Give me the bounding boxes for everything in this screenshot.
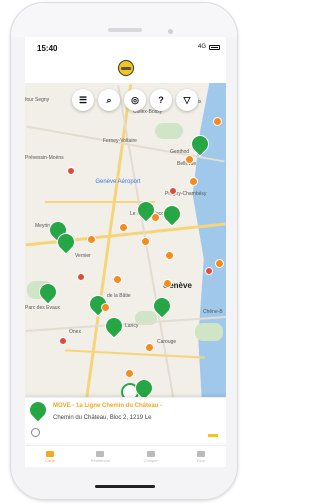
station-marker[interactable] (119, 223, 128, 232)
tab-label: Compte (143, 457, 158, 463)
phone-frame: 15:40 4G four Segny Collex-Bossy Versoi (10, 2, 238, 500)
place-label: Ferney-Voltaire (103, 138, 137, 144)
map-toolbar: ☰ ⌕ ◎ ? ▽ (72, 89, 198, 111)
user-icon (146, 450, 155, 457)
filter-button[interactable]: ▽ (176, 89, 198, 111)
map-icon (46, 450, 55, 457)
tab-search[interactable]: Recherche (75, 446, 125, 467)
tab-map[interactable]: Carte (25, 446, 75, 467)
locate-icon: ◎ (131, 94, 139, 105)
place-label: Vernier (75, 253, 91, 259)
app-logo (118, 60, 134, 76)
station-marker[interactable] (151, 213, 160, 222)
station-marker[interactable] (67, 167, 75, 175)
station-marker[interactable] (159, 201, 185, 227)
place-label: Chêne-B (203, 309, 223, 315)
help-button[interactable]: ? (150, 89, 172, 111)
station-marker[interactable] (125, 369, 134, 378)
place-label: Carouge (157, 339, 177, 345)
station-marker[interactable] (77, 273, 85, 281)
station-marker[interactable] (189, 177, 198, 186)
place-label: Prévessin-Moëns (25, 155, 64, 161)
map-view[interactable]: four Segny Collex-Bossy Versoix Ferney-V… (25, 83, 226, 403)
place-label: Parc des Evaux (25, 305, 61, 311)
status-time: 15:40 (37, 44, 58, 53)
station-address: Chemin du Château, Bloc 2, 1219 Le (53, 415, 152, 421)
station-marker[interactable] (59, 337, 67, 345)
station-pin-icon (26, 398, 50, 422)
tab-bar: Carte Recherche Compte Plus (25, 445, 226, 467)
place-label: Genthod (170, 149, 190, 155)
front-camera (168, 29, 173, 34)
station-marker[interactable] (165, 251, 174, 260)
green-area (195, 323, 223, 341)
station-marker[interactable] (213, 117, 222, 126)
station-title: MOVE - 1a Ligne Chemin du Château - (53, 403, 163, 409)
place-label: Onex (69, 329, 81, 335)
road (65, 349, 205, 359)
filter-icon: ▽ (183, 94, 191, 105)
lake (192, 83, 226, 403)
network-indicator: 4G (197, 44, 206, 50)
place-label: Lancy (125, 323, 139, 329)
station-marker[interactable] (215, 259, 224, 268)
station-marker[interactable] (145, 343, 154, 352)
info-icon[interactable] (31, 428, 40, 437)
station-marker[interactable] (185, 155, 194, 164)
station-marker[interactable] (205, 267, 213, 275)
station-marker[interactable] (101, 303, 110, 312)
station-marker[interactable] (113, 275, 122, 284)
tab-label: Carte (45, 457, 56, 463)
locate-button[interactable]: ◎ (124, 89, 146, 111)
station-marker[interactable] (163, 279, 172, 288)
search-button[interactable]: ⌕ (98, 89, 120, 111)
more-icon (196, 450, 205, 457)
status-bar: 15:40 4G (25, 37, 226, 57)
help-icon: ? (158, 95, 164, 105)
search-icon (96, 450, 105, 457)
tab-account[interactable]: Compte (126, 446, 176, 467)
airport-label: Genève Aéroport (95, 179, 141, 185)
home-indicator[interactable] (95, 485, 155, 488)
station-card[interactable]: MOVE - 1a Ligne Chemin du Château - Chem… (25, 397, 226, 443)
tab-more[interactable]: Plus (176, 446, 226, 467)
place-label: four Segny (25, 97, 50, 103)
search-icon: ⌕ (106, 94, 112, 105)
tab-label: Plus (196, 457, 205, 463)
station-marker[interactable] (141, 237, 150, 246)
list-icon: ☰ (78, 94, 88, 105)
green-area (155, 123, 183, 139)
speaker-grille (108, 28, 142, 32)
battery-icon (209, 45, 220, 50)
availability-bar (208, 434, 218, 437)
screen: 15:40 4G four Segny Collex-Bossy Versoi (25, 37, 226, 467)
station-marker[interactable] (101, 313, 127, 339)
place-label: de la Bâtie (107, 293, 131, 299)
list-button[interactable]: ☰ (72, 89, 94, 111)
station-marker[interactable] (169, 187, 177, 195)
station-marker[interactable] (87, 235, 96, 244)
tab-label: Recherche (90, 457, 111, 463)
